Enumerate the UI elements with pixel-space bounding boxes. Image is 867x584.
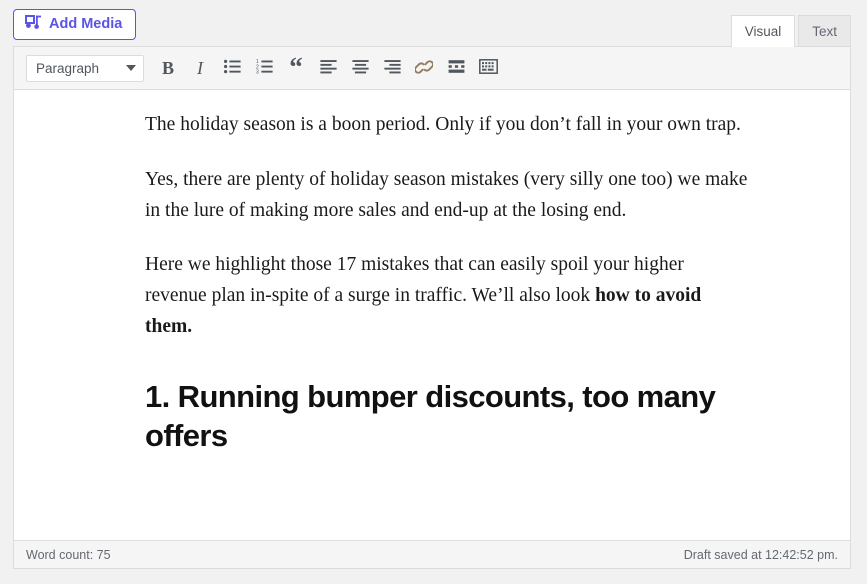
align-left-button[interactable] [313, 54, 343, 82]
media-library-icon [25, 15, 42, 34]
bold-button[interactable]: B [153, 54, 183, 82]
paragraph-1: The holiday season is a boon period. Onl… [145, 114, 741, 135]
add-media-label: Add Media [49, 16, 123, 33]
insert-read-more-icon [448, 59, 465, 77]
numbered-list-icon: 1 2 3 [256, 59, 273, 77]
post-editor: Paragraph B I 1 2 3 “ The holiday season… [13, 46, 851, 569]
paragraph-3: Here we highlight those 17 mistakes that… [145, 250, 750, 342]
align-right-icon [383, 59, 401, 77]
align-center-icon [351, 59, 369, 77]
bulleted-list-icon [223, 59, 241, 77]
align-left-icon [319, 59, 337, 77]
numbered-list-button[interactable]: 1 2 3 [249, 54, 279, 82]
formatting-toolbar: Paragraph B I 1 2 3 “ [14, 47, 850, 90]
toolbar-toggle-button[interactable] [473, 54, 503, 82]
italic-icon: I [197, 58, 203, 78]
align-center-button[interactable] [345, 54, 375, 82]
link-icon [414, 59, 434, 78]
align-right-button[interactable] [377, 54, 407, 82]
blockquote-button[interactable]: “ [281, 51, 311, 82]
kitchen-sink-icon [478, 59, 498, 77]
tab-visual[interactable]: Visual [730, 15, 796, 47]
post-body: The holiday season is a boon period. Onl… [145, 110, 750, 456]
post-content-editable[interactable]: The holiday season is a boon period. Onl… [14, 90, 850, 540]
italic-button[interactable]: I [185, 54, 215, 82]
blockquote-icon: “ [289, 51, 303, 82]
paragraph-2: Yes, there are plenty of holiday season … [145, 168, 748, 221]
bulleted-list-button[interactable] [217, 54, 247, 82]
draft-saved-label: Draft saved at 12:42:52 pm. [683, 547, 838, 562]
paragraph-format-select[interactable]: Paragraph [26, 54, 144, 82]
editor-top-bar: Add Media Visual Text [0, 0, 867, 47]
read-more-button[interactable] [441, 54, 471, 82]
editor-status-bar: Word count: 75 Draft saved at 12:42:52 p… [14, 540, 850, 568]
svg-text:3: 3 [256, 69, 259, 74]
add-media-button[interactable]: Add Media [13, 9, 137, 40]
insert-link-button[interactable] [409, 54, 439, 82]
section-heading-1: 1. Running bumper discounts, too many of… [145, 378, 716, 454]
editor-mode-tabs: Visual Text [730, 14, 851, 47]
paragraph-format-value: Paragraph [36, 60, 100, 76]
word-count-label: Word count: 75 [26, 547, 111, 562]
chevron-down-icon [126, 65, 136, 71]
tab-text[interactable]: Text [798, 15, 851, 47]
bold-icon: B [161, 58, 174, 78]
